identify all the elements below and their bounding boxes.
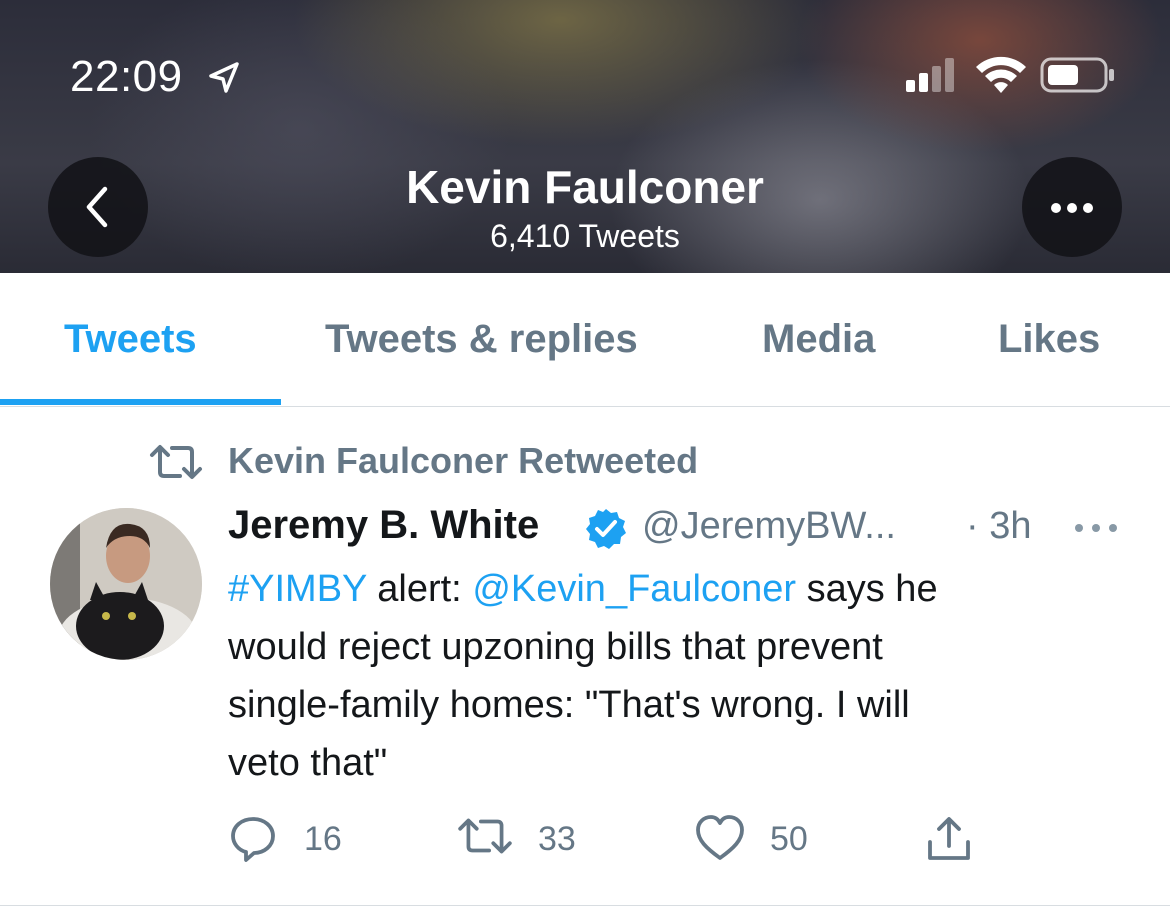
hashtag-link[interactable]: #YIMBY: [228, 568, 367, 610]
ellipsis-icon: [1051, 203, 1093, 213]
tweet-timestamp[interactable]: · 3h: [966, 505, 1031, 548]
tab-likes[interactable]: Likes: [998, 317, 1100, 362]
cellular-signal-icon: [906, 58, 954, 92]
profile-tabs: Tweets Tweets & replies Media Likes: [0, 273, 1170, 407]
profile-header: 22:09 Kevin Faulconer 6,410 Tweets: [0, 0, 1170, 273]
verified-badge-icon: [586, 509, 626, 549]
divider: [0, 905, 1170, 906]
author-name[interactable]: Jeremy B. White: [228, 503, 539, 548]
retweet-count: 33: [538, 820, 576, 858]
author-handle[interactable]: @JeremyBW...: [642, 505, 896, 548]
battery-icon: [1040, 57, 1114, 93]
tweet-text-line: #YIMBY alert: @Kevin_Faulconer says he: [228, 560, 1128, 618]
tab-tweets-and-replies[interactable]: Tweets & replies: [325, 317, 638, 362]
wifi-icon: [976, 56, 1026, 93]
more-options-button[interactable]: [1022, 157, 1122, 257]
mention-link[interactable]: @Kevin_Faulconer: [472, 568, 796, 610]
status-time: 22:09: [70, 52, 183, 101]
tweet-more-icon[interactable]: [1072, 521, 1120, 535]
avatar[interactable]: [50, 508, 202, 660]
tweet-text-segment: alert:: [366, 568, 473, 610]
tweet-text-line: would reject upzoning bills that prevent: [228, 626, 883, 668]
tab-media[interactable]: Media: [762, 317, 875, 362]
heart-icon: [696, 815, 744, 860]
tweet-count: 6,410 Tweets: [490, 218, 680, 254]
retweet-icon: [150, 445, 202, 479]
profile-name: Kevin Faulconer: [406, 161, 764, 213]
tab-tweets[interactable]: Tweets: [64, 317, 197, 362]
tweet-text-segment: says he: [796, 568, 938, 610]
tweet-actions: 16 33 50: [228, 812, 1128, 872]
active-tab-indicator: [0, 399, 281, 405]
like-count: 50: [770, 820, 808, 858]
share-icon: [928, 817, 970, 860]
reply-icon: [231, 817, 275, 862]
retweet-icon: [458, 818, 512, 854]
tweet-text: #YIMBY alert: @Kevin_Faulconer says he w…: [228, 560, 1128, 792]
location-arrow-icon: [209, 62, 239, 93]
reply-count: 16: [304, 820, 342, 858]
tweet-text-line: single-family homes: "That's wrong. I wi…: [228, 684, 910, 726]
avatar-image: [50, 508, 202, 660]
tweet-text-line: veto that": [228, 742, 388, 784]
retweet-label: Kevin Faulconer Retweeted: [228, 440, 699, 481]
